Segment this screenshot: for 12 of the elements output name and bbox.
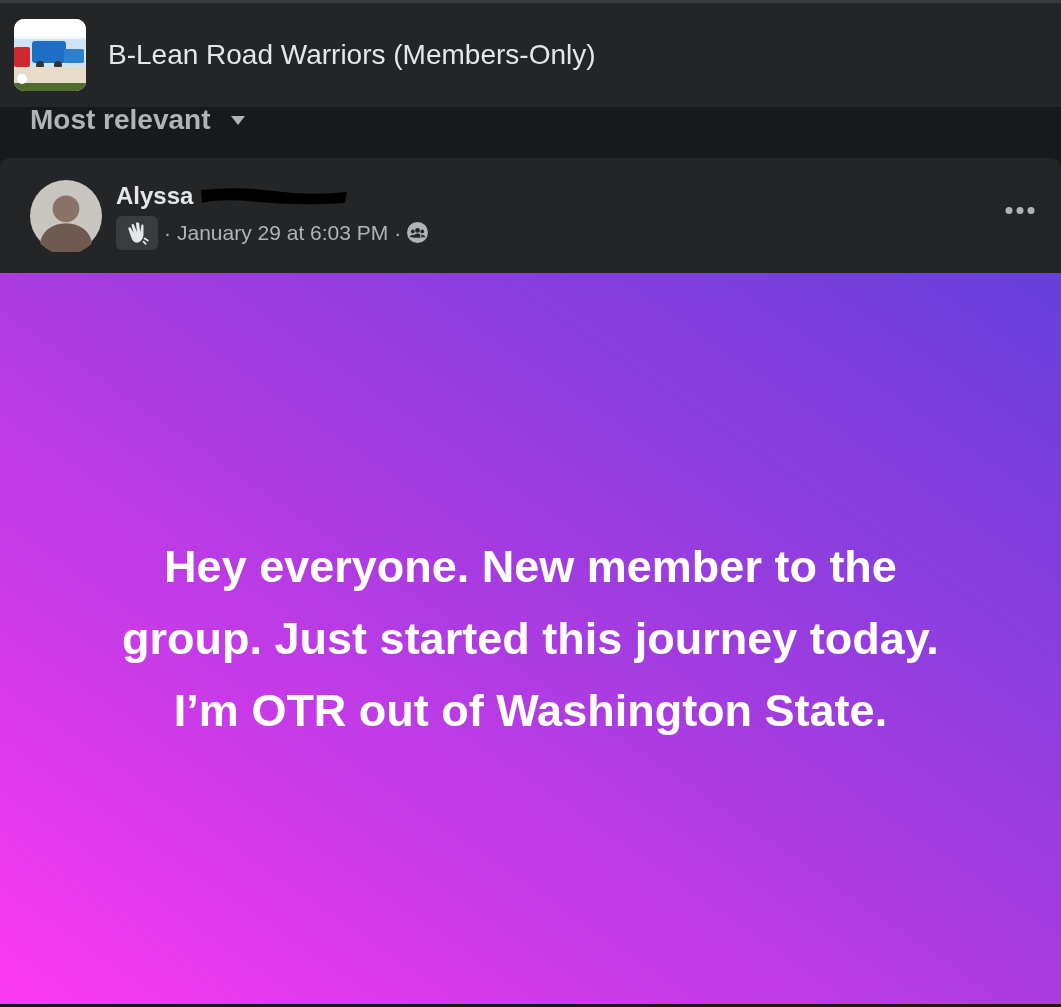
group-audience-icon: [407, 222, 429, 243]
separator: ·: [164, 220, 171, 245]
separator: ·: [394, 220, 402, 245]
group-name[interactable]: B-Lean Road Warriors (Members-Only): [108, 39, 596, 71]
post-timestamp[interactable]: January 29 at 6:03 PM: [177, 220, 389, 245]
sort-dropdown[interactable]: Most relevant: [30, 104, 245, 136]
caret-icon: [230, 115, 245, 125]
more-options-icon[interactable]: [1005, 206, 1035, 215]
new-member-badge[interactable]: [116, 215, 158, 250]
avatar[interactable]: [30, 179, 102, 252]
author-name[interactable]: Alyssa: [116, 181, 194, 210]
post-text: Hey everyone. New member to the group. Just started this journey today. I’m OTR out of Washington State.: [121, 539, 940, 738]
